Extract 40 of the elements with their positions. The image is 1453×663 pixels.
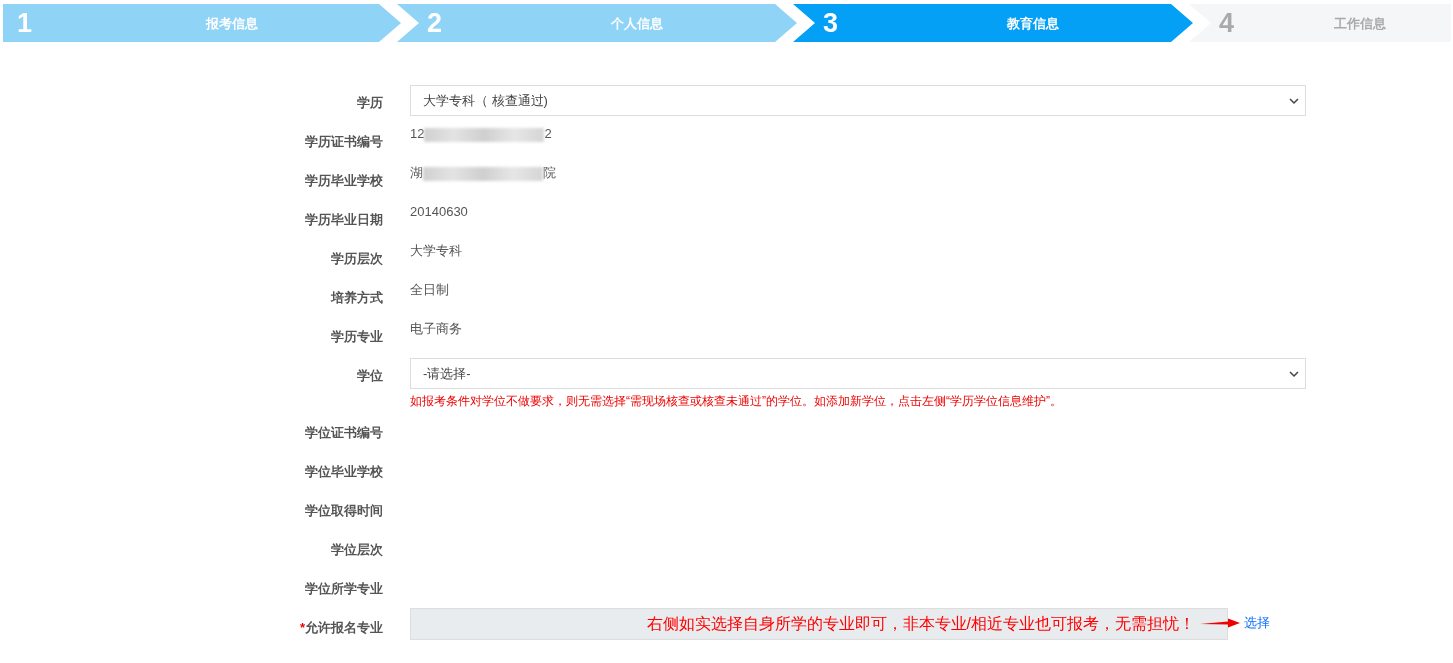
step-label: 个人信息 (611, 16, 663, 31)
field-value: 大学专科 (410, 243, 462, 258)
hint-text: 如报考条件对学位不做要求，则无需选择“需现场核查或核查未通过”的学位。如添加新学位，点击左侧“学历学位信息维护”。 (410, 393, 1063, 410)
field-label: 学历层次 (331, 251, 383, 266)
field-label: 学位层次 (331, 542, 383, 557)
field-label: 学历 (357, 95, 383, 110)
readonly-field[interactable]: 右侧如实选择自身所学的专业即可，非本专业/相近专业也可报考，无需担忧！ (410, 608, 1228, 640)
select-link[interactable]: 选择 (1244, 612, 1270, 633)
field-value: 20140630 (410, 204, 468, 219)
wizard-step[interactable]: 4 工作信息 (1189, 4, 1451, 42)
annotation-text: 右侧如实选择自身所学的专业即可，非本专业/相近专业也可报考，无需担忧！ (646, 614, 1195, 634)
field-label: *允许报名专业 (299, 620, 383, 635)
step-number: 1 (17, 7, 33, 38)
step-number: 3 (823, 7, 839, 38)
field-label: 培养方式 (331, 290, 383, 305)
field-label: 学位证书编号 (305, 425, 383, 440)
field-value: 全日制 (410, 282, 449, 297)
field-label: 学位取得时间 (305, 503, 383, 518)
select-field[interactable]: -请选择- (410, 358, 1306, 389)
step-label: 工作信息 (1334, 16, 1386, 31)
step-number: 2 (427, 7, 443, 38)
field-label: 学位 (357, 368, 383, 383)
field-value: 湖 (410, 165, 423, 180)
field-value: 12 (410, 126, 425, 141)
field-value: 电子商务 (410, 321, 462, 336)
field-label: 学历毕业日期 (305, 212, 383, 227)
field-label: 学历毕业学校 (305, 173, 383, 188)
field-value: 院 (543, 165, 556, 180)
field-label: 学位毕业学校 (305, 464, 383, 479)
step-label: 报考信息 (206, 16, 258, 31)
select-field[interactable]: 大学专科（ 核查通过) (410, 85, 1306, 116)
caret-icon (1289, 96, 1299, 105)
step-label: 教育信息 (1007, 16, 1059, 31)
field-label: 学位所学专业 (305, 581, 383, 596)
field-value: 2 (544, 126, 552, 141)
field-label: 学历证书编号 (305, 134, 383, 149)
field-label: 学历专业 (331, 329, 383, 344)
step-number: 4 (1219, 7, 1235, 38)
wizard-step[interactable]: 3 教育信息 (793, 4, 1193, 42)
caret-icon (1289, 369, 1299, 378)
